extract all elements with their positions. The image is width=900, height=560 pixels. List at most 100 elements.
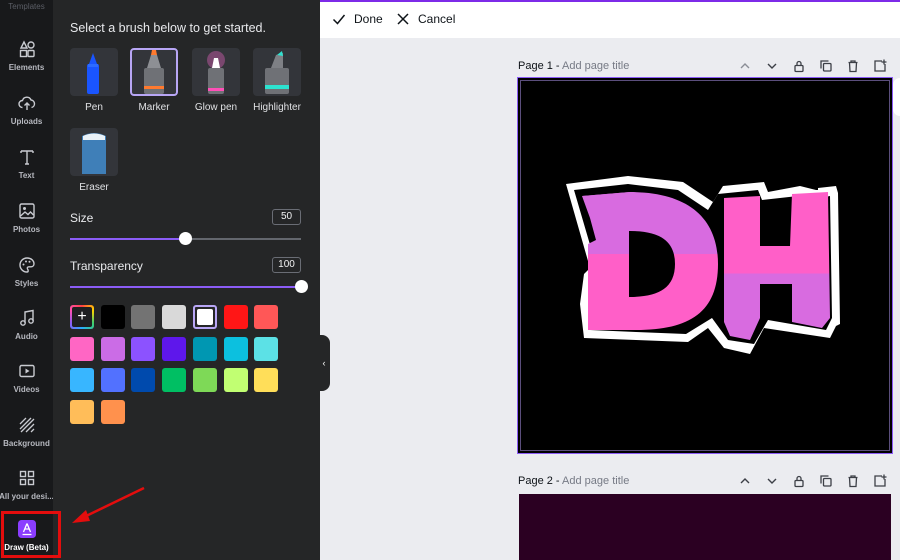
color-swatch[interactable]: [162, 368, 187, 392]
rail-item-background[interactable]: Background: [0, 416, 53, 466]
rail-item-label: Elements: [8, 63, 45, 72]
transparency-slider[interactable]: [70, 280, 308, 293]
add-page-icon[interactable]: [873, 59, 887, 73]
chevron-left-icon: ‹: [322, 358, 326, 368]
duplicate-icon[interactable]: [819, 474, 833, 488]
color-swatch[interactable]: [223, 305, 248, 329]
eraser-icon: [70, 128, 118, 176]
text-icon: [19, 150, 34, 165]
brush-glow-pen[interactable]: Glow pen: [190, 48, 242, 113]
add-color-button[interactable]: +: [70, 305, 94, 329]
dh-logo-artwork: [566, 176, 840, 354]
color-swatch[interactable]: [192, 305, 217, 329]
page-1-tools: [738, 59, 900, 73]
music-note-icon: [19, 309, 34, 326]
panel-heading: Select a brush below to get started.: [70, 21, 266, 35]
rail-item-label: Videos: [13, 385, 40, 394]
annotation-highlight-box: [1, 511, 61, 558]
brush-marker[interactable]: Marker: [128, 48, 180, 113]
transparency-value-input[interactable]: 100: [272, 257, 301, 273]
color-swatch[interactable]: [162, 305, 187, 329]
chevron-down-icon[interactable]: [765, 474, 779, 488]
page-2-canvas[interactable]: [519, 494, 891, 560]
color-swatch[interactable]: [223, 368, 248, 392]
color-swatch[interactable]: [131, 368, 156, 392]
color-swatch[interactable]: [254, 305, 279, 329]
size-label: Size: [70, 211, 94, 225]
color-swatch[interactable]: [223, 336, 248, 361]
color-swatch-fill: [196, 309, 213, 325]
color-swatch[interactable]: [70, 399, 94, 424]
rail-item-label: Audio: [15, 332, 38, 341]
rail-item-label: Styles: [14, 279, 39, 288]
page-number: Page 2 -: [518, 475, 560, 487]
transparency-slider-knob[interactable]: [294, 280, 308, 293]
rail-item-styles[interactable]: Styles: [0, 256, 53, 306]
plus-icon: +: [72, 307, 92, 327]
brush-eraser[interactable]: Eraser: [68, 128, 120, 193]
size-slider-knob[interactable]: [179, 232, 192, 245]
cancel-button[interactable]: Cancel: [396, 12, 455, 26]
rail-item-audio[interactable]: Audio: [0, 309, 53, 359]
palette-icon: [18, 257, 35, 273]
video-icon: [18, 364, 35, 378]
rail-item-label: All your desi...: [0, 492, 54, 501]
color-swatch[interactable]: [192, 336, 217, 361]
color-swatch[interactable]: [100, 336, 125, 361]
color-swatch[interactable]: [70, 368, 94, 392]
marker-icon: [130, 48, 178, 96]
rail-item-videos[interactable]: Videos: [0, 362, 53, 412]
lock-icon[interactable]: [792, 474, 806, 488]
transparency-slider-fill: [70, 286, 301, 288]
size-slider-fill: [70, 238, 186, 240]
page-2-tools: [738, 474, 900, 488]
brush-label: Highlighter: [253, 102, 301, 113]
transparency-label: Transparency: [70, 259, 143, 273]
rail-item-label: Background: [3, 439, 50, 448]
chevron-up-icon[interactable]: [738, 474, 752, 488]
done-button[interactable]: Done: [332, 12, 383, 26]
collapse-panel-button[interactable]: ‹: [318, 335, 330, 391]
brush-highlighter[interactable]: Highlighter: [251, 48, 303, 113]
trash-icon[interactable]: [846, 59, 860, 73]
page-title-input[interactable]: Add page title: [562, 475, 629, 487]
color-swatch[interactable]: [254, 368, 279, 392]
color-swatch[interactable]: [100, 368, 125, 392]
color-swatch[interactable]: [192, 368, 217, 392]
size-slider[interactable]: [70, 232, 301, 245]
duplicate-icon[interactable]: [819, 59, 833, 73]
brush-label: Glow pen: [194, 102, 238, 113]
page-title-input[interactable]: Add page title: [562, 60, 629, 72]
rail-item-templates-label[interactable]: Templates: [0, 2, 53, 11]
color-swatch[interactable]: [70, 336, 94, 361]
close-icon: [397, 13, 409, 25]
chevron-down-icon[interactable]: [765, 59, 779, 73]
color-swatch[interactable]: [254, 336, 279, 361]
rail-item-uploads[interactable]: Uploads: [0, 94, 53, 144]
brush-pen[interactable]: Pen: [68, 48, 120, 113]
rail-item-photos[interactable]: Photos: [0, 202, 53, 252]
top-toolbar: Done Cancel: [320, 0, 900, 38]
page-1-canvas[interactable]: [517, 77, 893, 454]
color-swatch[interactable]: [162, 336, 187, 361]
lock-icon[interactable]: [792, 59, 806, 73]
background-hatch-icon: [19, 417, 34, 433]
size-value-input[interactable]: 50: [272, 209, 301, 225]
color-swatch[interactable]: [131, 336, 156, 361]
rail-item-label: Photos: [12, 225, 41, 234]
rail-item-elements[interactable]: Elements: [0, 40, 53, 90]
grid-icon: [19, 470, 34, 486]
chevron-up-icon[interactable]: [738, 59, 752, 73]
trash-icon[interactable]: [846, 474, 860, 488]
color-swatch[interactable]: [131, 305, 156, 329]
draw-panel: Select a brush below to get started. Pen…: [53, 0, 320, 560]
rail-item-text[interactable]: Text: [0, 148, 53, 198]
color-swatch[interactable]: [100, 399, 125, 424]
cancel-label: Cancel: [418, 12, 456, 26]
checkmark-icon: [332, 14, 346, 25]
add-page-icon[interactable]: [873, 474, 887, 488]
done-label: Done: [354, 12, 383, 26]
side-scroll-tab[interactable]: [893, 78, 900, 116]
color-swatch[interactable]: [100, 305, 125, 329]
glow-pen-icon: [192, 48, 240, 96]
